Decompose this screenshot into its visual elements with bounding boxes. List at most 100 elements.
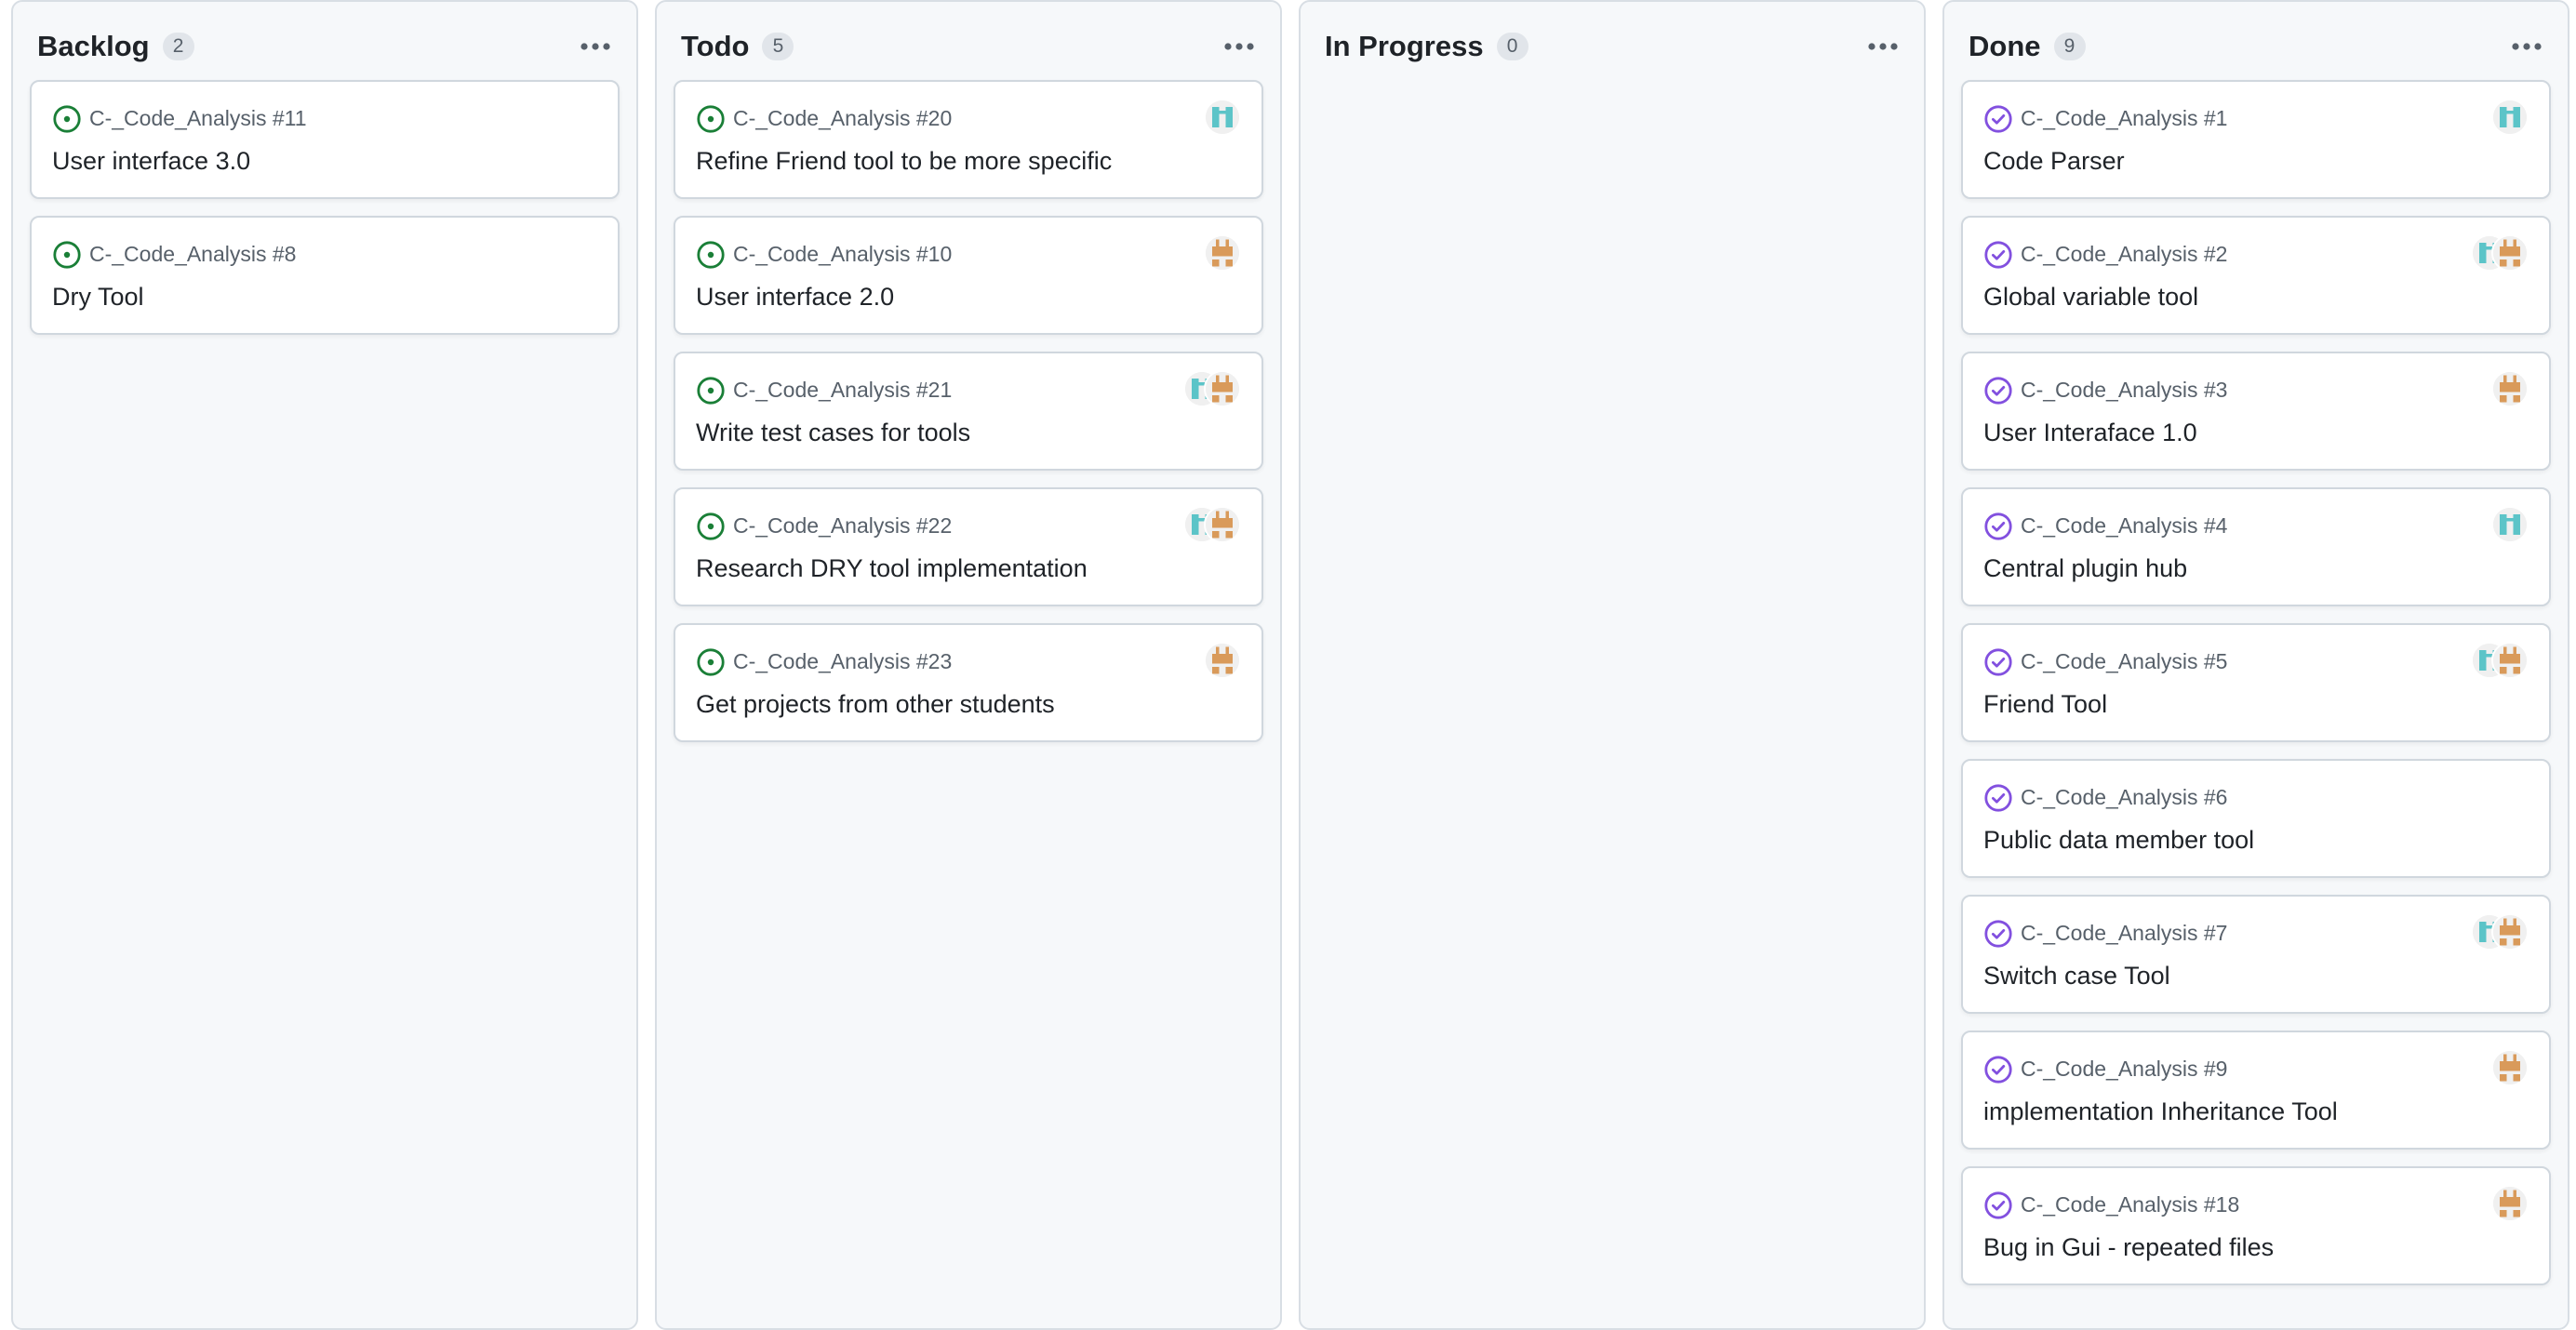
assignee-avatars [2491, 99, 2529, 136]
issue-reference[interactable]: C-_Code_Analysis #20 [733, 106, 952, 131]
issue-reference[interactable]: C-_Code_Analysis #9 [2021, 1057, 2227, 1082]
issue-reference[interactable]: C-_Code_Analysis #6 [2021, 785, 2227, 810]
column-title: Todo [681, 30, 750, 62]
assignee-avatar[interactable] [2491, 99, 2529, 136]
column-header: Done 9 [1969, 26, 2551, 67]
board-column: Backlog 2 C-_Code_Analysis #11 User interfa… [11, 0, 638, 1330]
column-title: In Progress [1325, 30, 1484, 62]
issue-card[interactable]: C-_Code_Analysis #1 Code Parser [1961, 80, 2551, 199]
issue-card[interactable]: C-_Code_Analysis #21 Write test cases for… [674, 352, 1263, 471]
issue-reference[interactable]: C-_Code_Analysis #5 [2021, 649, 2227, 674]
issue-reference[interactable]: C-_Code_Analysis #3 [2021, 378, 2227, 403]
kebab-horizontal-icon [581, 43, 610, 50]
assignee-avatar[interactable] [1204, 642, 1241, 679]
issue-open-icon [53, 241, 81, 269]
issue-card[interactable]: C-_Code_Analysis #4 Central plugin hub [1961, 487, 2551, 606]
issue-card[interactable]: C-_Code_Analysis #20 Refine Friend tool t… [674, 80, 1263, 199]
assignee-avatar[interactable] [2491, 642, 2529, 679]
issue-title[interactable]: Global variable tool [1983, 283, 2198, 312]
issue-card[interactable]: C-_Code_Analysis #9 implementation Inheri… [1961, 1031, 2551, 1150]
issue-card[interactable]: C-_Code_Analysis #22 Research DRY tool im… [674, 487, 1263, 606]
kebab-horizontal-icon [1868, 43, 1898, 50]
board-column: Done 9 C-_Code_Analysis #1 Code Parser C-_Co… [1942, 0, 2569, 1330]
assignee-avatars [2491, 1185, 2529, 1222]
assignee-avatars [2491, 506, 2529, 543]
issue-reference[interactable]: C-_Code_Analysis #8 [89, 242, 296, 267]
project-board: Backlog 2 C-_Code_Analysis #11 User interfa… [0, 0, 2576, 1330]
issue-closed-icon [1984, 784, 2012, 812]
assignee-avatar[interactable] [2491, 370, 2529, 407]
assignee-avatar[interactable] [2491, 1185, 2529, 1222]
issue-card[interactable]: C-_Code_Analysis #2 Global variable tool [1961, 216, 2551, 335]
issue-card[interactable]: C-_Code_Analysis #23 Get projects from ot… [674, 623, 1263, 742]
assignee-avatar[interactable] [2491, 234, 2529, 272]
issue-title[interactable]: User Interaface 1.0 [1983, 419, 2197, 447]
issue-title[interactable]: Get projects from other students [696, 690, 1055, 719]
issue-card[interactable]: C-_Code_Analysis #3 User Interaface 1.0 [1961, 352, 2551, 471]
assignee-avatar[interactable] [1204, 506, 1241, 543]
issue-reference[interactable]: C-_Code_Analysis #23 [733, 649, 952, 674]
issue-open-icon [697, 512, 725, 540]
issue-card[interactable]: C-_Code_Analysis #5 Friend Tool [1961, 623, 2551, 742]
assignee-avatars [2471, 913, 2529, 951]
assignee-avatar[interactable] [2491, 913, 2529, 951]
assignee-avatar[interactable] [1204, 99, 1241, 136]
issue-title[interactable]: Bug in Gui - repeated files [1983, 1233, 2274, 1262]
issue-card[interactable]: C-_Code_Analysis #6 Public data member to… [1961, 759, 2551, 878]
issue-reference[interactable]: C-_Code_Analysis #4 [2021, 513, 2227, 539]
assignee-avatars [1204, 99, 1241, 136]
column-menu-button[interactable] [1215, 28, 1263, 65]
issue-reference[interactable]: C-_Code_Analysis #11 [89, 106, 307, 131]
assignee-avatars [2471, 234, 2529, 272]
issue-reference[interactable]: C-_Code_Analysis #21 [733, 378, 952, 403]
issue-card[interactable]: C-_Code_Analysis #8 Dry Tool [30, 216, 620, 335]
issue-title[interactable]: Dry Tool [52, 283, 144, 312]
assignee-avatars [1204, 642, 1241, 679]
board-column: In Progress 0 [1299, 0, 1926, 1330]
issue-title[interactable]: User interface 3.0 [52, 147, 250, 176]
issue-closed-icon [1984, 648, 2012, 676]
issue-title[interactable]: Friend Tool [1983, 690, 2107, 719]
issue-reference[interactable]: C-_Code_Analysis #2 [2021, 242, 2227, 267]
issue-title[interactable]: Refine Friend tool to be more specific [696, 147, 1112, 176]
kebab-horizontal-icon [2512, 43, 2542, 50]
issue-reference[interactable]: C-_Code_Analysis #18 [2021, 1192, 2239, 1217]
issue-title[interactable]: implementation Inheritance Tool [1983, 1097, 2338, 1126]
issue-reference[interactable]: C-_Code_Analysis #22 [733, 513, 952, 539]
assignee-avatar[interactable] [1204, 234, 1241, 272]
issue-open-icon [697, 105, 725, 133]
column-count-badge: 2 [162, 33, 194, 60]
assignee-avatars [2471, 642, 2529, 679]
issue-card[interactable]: C-_Code_Analysis #10 User interface 2.0 [674, 216, 1263, 335]
issue-title[interactable]: Switch case Tool [1983, 962, 2170, 991]
issue-reference[interactable]: C-_Code_Analysis #10 [733, 242, 952, 267]
assignee-avatar[interactable] [2491, 1049, 2529, 1086]
column-header: Todo 5 [681, 26, 1263, 67]
board-column: Todo 5 C-_Code_Analysis #20 Refine Friend t… [655, 0, 1282, 1330]
assignee-avatars [2491, 370, 2529, 407]
column-menu-button[interactable] [2503, 28, 2551, 65]
issue-card[interactable]: C-_Code_Analysis #18 Bug in Gui - repeate… [1961, 1166, 2551, 1285]
issue-reference[interactable]: C-_Code_Analysis #1 [2021, 106, 2227, 131]
issue-open-icon [697, 241, 725, 269]
assignee-avatar[interactable] [2491, 506, 2529, 543]
column-menu-button[interactable] [1859, 28, 1907, 65]
assignee-avatars [1204, 234, 1241, 272]
issue-closed-icon [1984, 920, 2012, 948]
issue-title[interactable]: Central plugin hub [1983, 554, 2187, 583]
issue-closed-icon [1984, 105, 2012, 133]
issue-title[interactable]: Code Parser [1983, 147, 2125, 176]
kebab-horizontal-icon [1224, 43, 1254, 50]
assignee-avatar[interactable] [1204, 370, 1241, 407]
issue-title[interactable]: Write test cases for tools [696, 419, 970, 447]
issue-reference[interactable]: C-_Code_Analysis #7 [2021, 921, 2227, 946]
column-menu-button[interactable] [571, 28, 620, 65]
issue-card[interactable]: C-_Code_Analysis #11 User interface 3.0 [30, 80, 620, 199]
issue-title[interactable]: User interface 2.0 [696, 283, 894, 312]
issue-closed-icon [1984, 241, 2012, 269]
column-count-badge: 5 [762, 33, 794, 60]
column-header: Backlog 2 [37, 26, 620, 67]
issue-title[interactable]: Research DRY tool implementation [696, 554, 1088, 583]
issue-card[interactable]: C-_Code_Analysis #7 Switch case Tool [1961, 895, 2551, 1014]
issue-title[interactable]: Public data member tool [1983, 826, 2254, 855]
